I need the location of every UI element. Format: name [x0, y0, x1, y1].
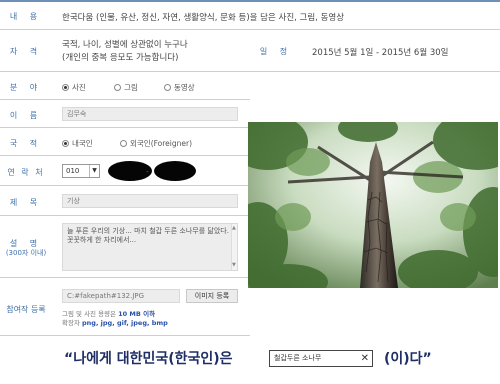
content-value: 한국다움 (인물, 유산, 정신, 자연, 생활양식, 문화 등)을 담은 사진… — [62, 13, 345, 23]
phone-prefix-value: 010 — [66, 167, 80, 175]
row-category: 분 야 사진 그림 동영상 — [0, 72, 250, 100]
row-title: 제 목 기상 — [0, 186, 250, 216]
row-nationality: 국 적 내국인 외국인(Foreigner) — [0, 128, 250, 156]
submitted-pine-tree-photo — [248, 122, 498, 288]
row-contact: 연 락 처 010 ▼ - — [0, 156, 250, 186]
description-textarea[interactable]: 늘 푸른 우리의 기상... 마치 철갑 두른 소나무를 닮았다. 꼿꼿하게 한… — [62, 223, 238, 271]
radio-video[interactable]: 동영상 — [164, 82, 195, 93]
radio-video-label: 동영상 — [174, 83, 195, 92]
row-eligibility: 자 격 국적, 나이, 성별에 상관없이 누구나 (개인의 중복 응모도 가능합… — [0, 30, 500, 72]
image-upload-button[interactable]: 이미지 등록 — [186, 289, 238, 303]
period-value: 2015년 5월 1일 - 2015년 6월 30일 — [312, 48, 449, 58]
name-label: 이 름 — [9, 111, 43, 120]
title-label: 제 목 — [9, 198, 43, 207]
radio-foreigner-label: 외국인(Foreigner) — [130, 139, 193, 148]
redacted-phone-last — [154, 161, 196, 181]
nationality-label: 국 적 — [9, 139, 43, 148]
pine-tree-image — [248, 122, 498, 288]
content-label: 내 용 — [9, 12, 43, 21]
radio-korean[interactable]: 내국인 — [62, 138, 93, 149]
attachment-label: 참여작 등록 — [6, 305, 46, 314]
file-path-input[interactable]: C:#fakepath#132.JPG — [62, 289, 180, 303]
row-description: 설 명 (300자 이내) 늘 푸른 우리의 기상... 마치 철갑 두른 소나… — [0, 216, 250, 278]
radio-photo-label: 사진 — [72, 83, 86, 92]
slogan-input-value: 철갑두른 소나무 — [274, 354, 322, 362]
eligibility-label: 자 격 — [9, 47, 43, 56]
category-label: 분 야 — [9, 83, 43, 92]
radio-dot-icon — [120, 140, 127, 147]
radio-dot-icon — [62, 140, 69, 147]
radio-drawing[interactable]: 그림 — [114, 82, 138, 93]
extension-help: 확장자 png, jpg, gif, jpeg, bmp — [62, 319, 168, 327]
contest-entry-form: 내 용 한국다움 (인물, 유산, 정신, 자연, 생활양식, 문화 등)을 담… — [0, 0, 500, 384]
row-name: 이 름 김무숙 — [0, 100, 250, 128]
radio-dot-icon — [62, 84, 69, 91]
name-input[interactable]: 김무숙 — [62, 107, 238, 121]
contact-label: 연 락 처 — [7, 168, 45, 177]
eligibility-line1: 국적, 나이, 성별에 상관없이 누구나 — [62, 40, 188, 50]
slogan-suffix: (이)다” — [384, 351, 432, 367]
description-text: 늘 푸른 우리의 기상... 마치 철갑 두른 소나무를 닮았다. 꼿꼿하게 한… — [67, 227, 229, 244]
description-sublabel: (300자 이내) — [5, 249, 47, 257]
extension-help-text: 확장자 — [62, 319, 83, 327]
radio-korean-label: 내국인 — [72, 139, 93, 148]
radio-drawing-label: 그림 — [124, 83, 138, 92]
textarea-scrollbar[interactable] — [231, 224, 237, 270]
slogan-bar: “나에게 대한민국(한국인)은 철갑두른 소나무 ✕ (이)다” — [0, 346, 500, 374]
slogan-input[interactable]: 철갑두른 소나무 ✕ — [269, 350, 373, 367]
slogan-prefix: “나에게 대한민국(한국인)은 — [64, 351, 233, 367]
size-help-text: 그림 및 사진 용량은 — [62, 310, 119, 318]
close-icon[interactable]: ✕ — [361, 351, 369, 366]
title-input[interactable]: 기상 — [62, 194, 238, 208]
row-attachment: 참여작 등록 C:#fakepath#132.JPG 이미지 등록 그림 및 사… — [0, 278, 250, 336]
extension-list: png, jpg, gif, jpeg, bmp — [82, 319, 168, 327]
radio-dot-icon — [114, 84, 121, 91]
phone-prefix-select[interactable]: 010 ▼ — [62, 164, 100, 178]
radio-dot-icon — [164, 84, 171, 91]
eligibility-line2: (개인의 중복 응모도 가능합니다) — [62, 53, 179, 63]
row-content: 내 용 한국다움 (인물, 유산, 정신, 자연, 생활양식, 문화 등)을 담… — [0, 2, 500, 30]
period-label: 일 정 — [259, 47, 293, 56]
size-help: 그림 및 사진 용량은 10 MB 이하 — [62, 310, 155, 318]
phone-dash: - — [146, 167, 149, 176]
radio-photo[interactable]: 사진 — [62, 82, 86, 93]
radio-foreigner[interactable]: 외국인(Foreigner) — [120, 138, 192, 149]
chevron-down-icon: ▼ — [89, 165, 99, 177]
size-limit: 10 MB 이하 — [118, 310, 156, 318]
